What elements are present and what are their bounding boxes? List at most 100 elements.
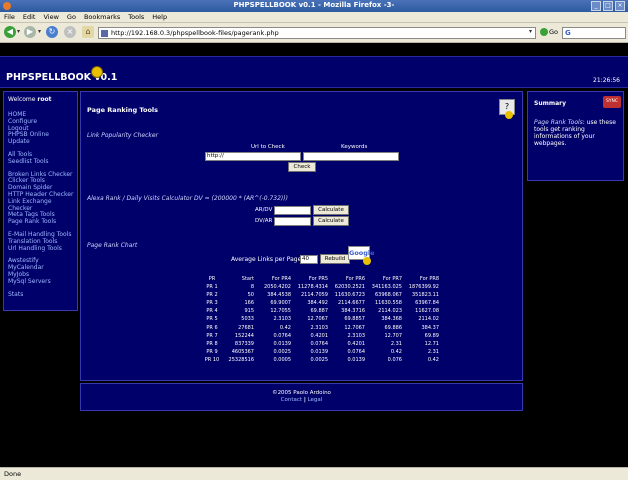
sidebar-group-main: HOME Configure Logout PHPSB Online Updat… (8, 111, 77, 146)
table-row: PR 1 8 2050.4202 11278.4314 62030.2521 341163… (199, 283, 442, 291)
url-to-check-label: Url to Check (251, 144, 285, 150)
table-row: PR 5 5033 2.3103 12.7067 69.8857 384.368 2114.… (199, 315, 442, 323)
url-dropdown-icon[interactable]: ▾ (526, 28, 535, 38)
table-cell: 0.0005 (273, 356, 292, 363)
minimize-icon[interactable]: _ (591, 1, 601, 11)
welcome-text: Welcome root (8, 96, 52, 103)
table-cell: 0.42 (390, 348, 402, 355)
alexa-heading: Alexa Rank / Daily Visits Calculator DV … (87, 195, 288, 202)
table-cell: 12.7067 (344, 324, 365, 331)
ar-dv-input[interactable] (274, 206, 311, 215)
table-cell: 27681 (238, 324, 254, 331)
rebuild-button[interactable]: Rebuild (320, 254, 350, 264)
keywords-input[interactable] (303, 152, 399, 161)
table-cell: 384.37 (421, 324, 440, 331)
navigation-toolbar: ◀ ▾ ▶ ▾ ↻ × ⌂ http://192.168.0.3/phpspel… (0, 23, 628, 43)
calculate-dv-button[interactable]: Calculate (313, 216, 349, 226)
ar-dv-label: AR/DV (255, 207, 273, 213)
forward-dropdown-icon[interactable]: ▾ (38, 28, 41, 35)
sidebar-item-mysql-servers[interactable]: MySql Servers (8, 278, 77, 286)
table-row: PR 6 27681 0.42 2.3103 12.7067 69.886 384.37 (199, 323, 442, 331)
table-cell: 152244 (234, 332, 254, 339)
check-button[interactable]: Check (288, 162, 316, 172)
sidebar-group-stats: Stats (8, 291, 77, 299)
table-cell: 69.9007 (270, 300, 291, 307)
table-cell: 2114.6677 (337, 300, 365, 307)
column-header: PR (208, 275, 216, 282)
reload-icon[interactable]: ↻ (46, 26, 58, 38)
sidebar-item-update[interactable]: Update (8, 138, 77, 146)
table-cell: 12.7055 (270, 308, 291, 315)
table-cell: PR 6 (206, 324, 218, 331)
menu-view[interactable]: View (43, 13, 58, 21)
maximize-icon[interactable]: □ (603, 1, 613, 11)
table-cell: PR 7 (206, 332, 218, 339)
header-clock: 21:26:56 (593, 77, 620, 84)
home-icon[interactable]: ⌂ (82, 26, 94, 38)
menu-edit[interactable]: Edit (23, 13, 36, 21)
table-cell: 11627.08 (415, 308, 439, 315)
sidebar-item-stats[interactable]: Stats (8, 291, 77, 299)
go-button[interactable]: Go (540, 28, 558, 36)
table-cell: PR 8 (206, 340, 218, 347)
table-cell: 0.0764 (273, 332, 292, 339)
calculate-ar-button[interactable]: Calculate (313, 205, 349, 215)
table-cell: 0.0139 (310, 348, 329, 355)
menu-file[interactable]: File (4, 13, 15, 21)
url-to-check-input[interactable]: http:// (205, 152, 301, 161)
table-cell: 11630.558 (374, 300, 402, 307)
table-cell: PR 3 (206, 300, 218, 307)
dv-ar-label: DV/AR (255, 218, 273, 224)
table-cell: 384.3716 (341, 308, 365, 315)
back-arrow-icon[interactable]: ◀ (4, 26, 16, 38)
forward-arrow-icon[interactable]: ▶ (24, 26, 36, 38)
contact-link[interactable]: Contact (281, 397, 302, 403)
table-header-row: PR Start For PR4 For PR5 For PR6 For PR7… (199, 274, 442, 283)
close-icon[interactable]: × (615, 1, 625, 11)
table-cell: 11630.6723 (334, 292, 365, 299)
menu-help[interactable]: Help (152, 13, 167, 21)
menu-bar: File Edit View Go Bookmarks Tools Help (0, 12, 628, 23)
google-badge-icon (363, 257, 371, 265)
legal-link[interactable]: Legal (308, 397, 323, 403)
table-cell: 2.3103 (273, 316, 292, 323)
table-cell: 2.31 (427, 348, 439, 355)
back-dropdown-icon[interactable]: ▾ (17, 28, 20, 35)
menu-tools[interactable]: Tools (128, 13, 144, 21)
table-cell: 25328516 (228, 356, 254, 363)
dv-ar-input[interactable] (274, 217, 311, 226)
table-row: PR 4 915 12.7055 69.887 384.3716 2114.023 1162… (199, 307, 442, 315)
search-box[interactable]: G (562, 27, 626, 39)
table-cell: 63968.067 (374, 292, 402, 299)
keywords-label: Keywords (341, 144, 368, 150)
table-row: PR 10 25328516 0.0005 0.0025 0.0139 0.076 0.42 (199, 356, 442, 364)
google-search-icon: G (565, 29, 571, 37)
table-cell: 69.886 (384, 324, 403, 331)
menu-go[interactable]: Go (67, 13, 76, 21)
window-title: PHPSPELLBOOK v0.1 - Mozilla Firefox -3- (233, 1, 395, 9)
table-cell: 384.4538 (267, 292, 291, 299)
table-cell: PR 2 (206, 292, 218, 299)
url-bar[interactable]: http://192.168.0.3/phpspellbook-files/pa… (98, 27, 536, 39)
summary-title: Summary (534, 100, 567, 107)
main-panel: Page Ranking Tools ? Link Popularity Che… (80, 91, 523, 381)
sidebar-item-page-rank[interactable]: Page Rank Tools (8, 218, 77, 226)
menu-bookmarks[interactable]: Bookmarks (84, 13, 120, 21)
go-label: Go (549, 28, 559, 36)
stop-icon[interactable]: × (64, 26, 76, 38)
column-header: For PR4 (271, 275, 291, 282)
column-header: Start (241, 275, 254, 282)
table-cell: PR 9 (206, 348, 218, 355)
avg-links-label: Average Links per Page (231, 256, 302, 263)
table-cell: 837339 (234, 340, 254, 347)
table-cell: 0.4201 (310, 332, 329, 339)
sidebar-item-seedlist-tools[interactable]: Seedlist Tools (8, 158, 77, 166)
avg-links-input[interactable]: 40 (300, 255, 318, 264)
table-cell: 166 (244, 300, 254, 307)
table-cell: 69.8857 (344, 316, 365, 323)
summary-tool-name: Page Rank Tools (534, 119, 583, 126)
table-cell: 0.42 (279, 324, 291, 331)
table-cell: 11278.4314 (297, 284, 328, 291)
sidebar-item-url-handling[interactable]: Url Handling Tools (8, 245, 77, 253)
table-cell: 0.42 (427, 356, 439, 363)
